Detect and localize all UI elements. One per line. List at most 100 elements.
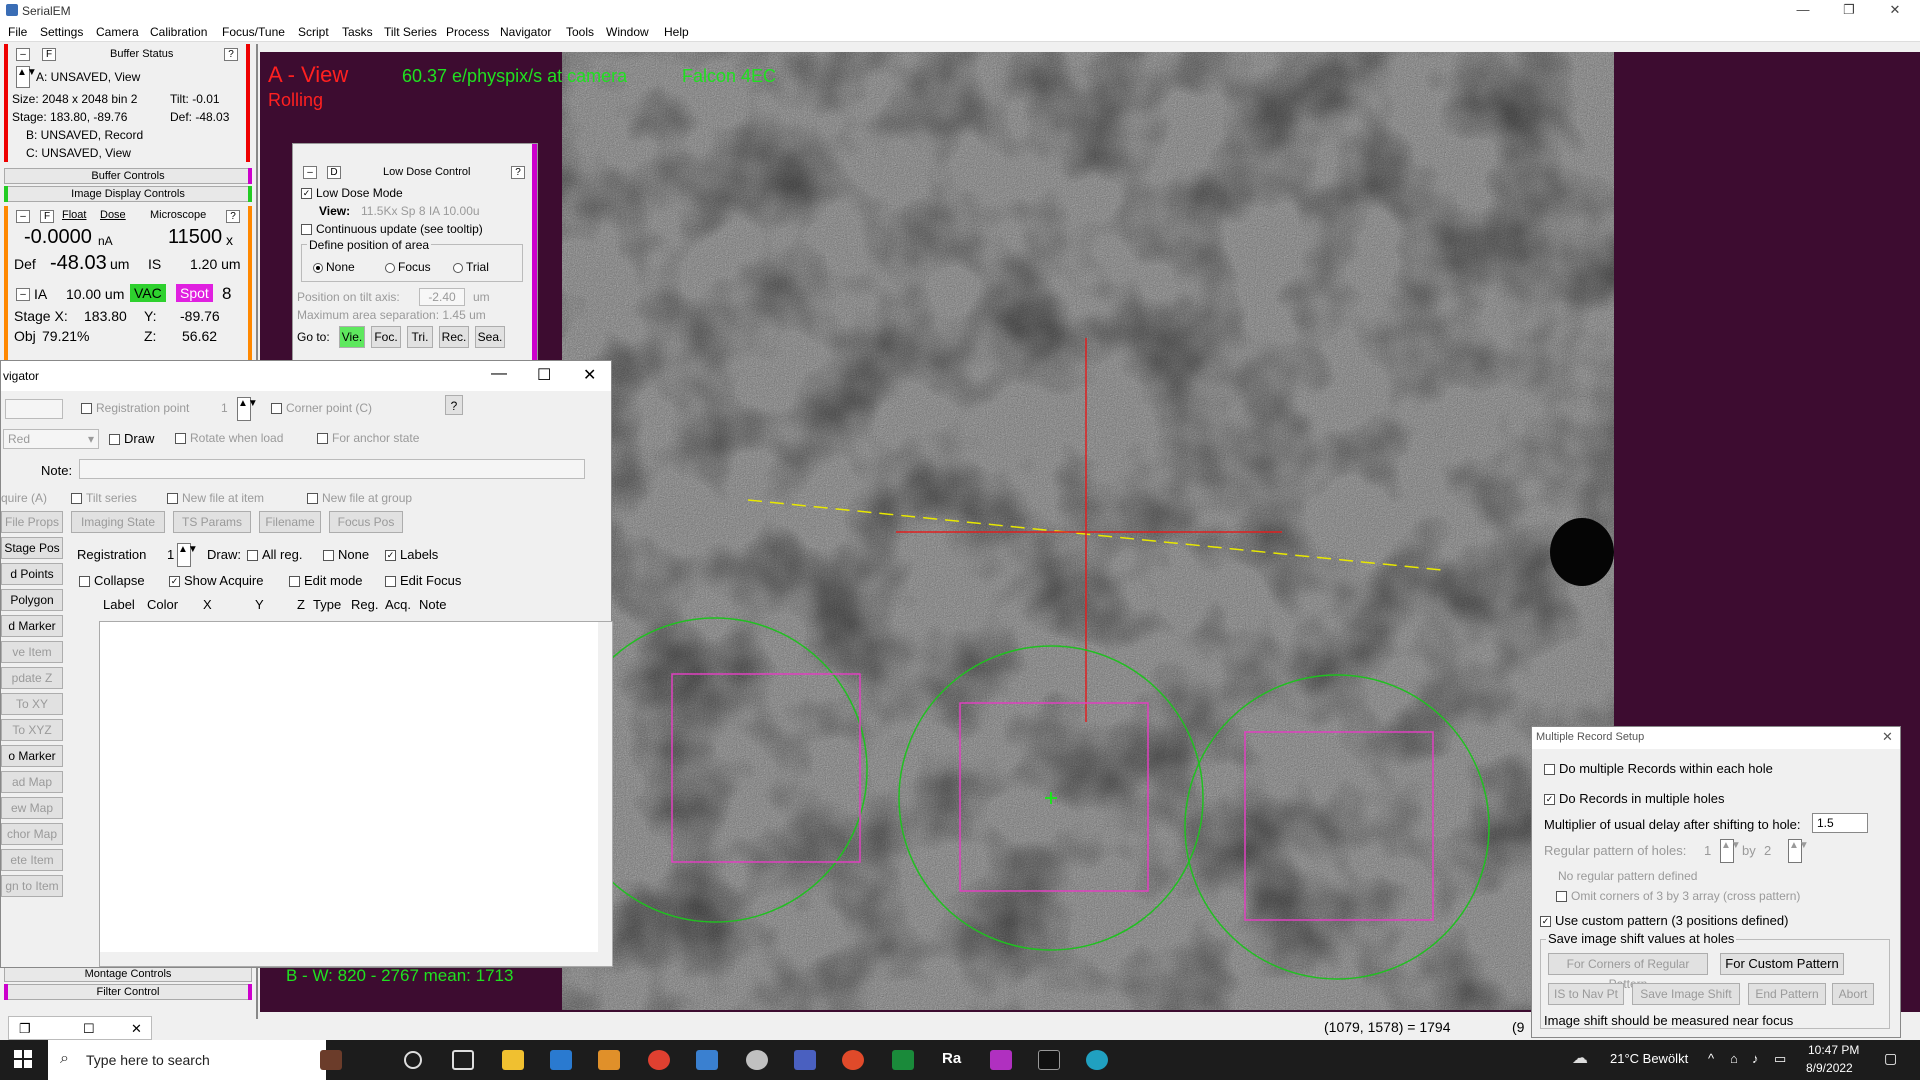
chrome-icon[interactable] xyxy=(648,1050,670,1070)
navigator-maximize-button[interactable]: ☐ xyxy=(537,365,551,385)
microscope-f-button[interactable]: F xyxy=(40,210,54,223)
menu-calibration[interactable]: Calibration xyxy=(150,25,207,39)
is-to-nav-button[interactable]: IS to Nav Pt xyxy=(1548,983,1624,1005)
checkbox-unchecked[interactable] xyxy=(307,493,318,505)
radio-trial[interactable]: Trial xyxy=(453,260,489,274)
add-points-button[interactable]: d Points xyxy=(1,563,63,585)
registration-point-checkbox[interactable]: Registration point xyxy=(81,401,189,415)
omit-corners-checkbox[interactable]: Omit corners of 3 by 3 array (cross patt… xyxy=(1556,889,1800,903)
buffer-spinner[interactable]: ▲▼ xyxy=(16,66,37,88)
add-stage-pos-button[interactable]: Stage Pos xyxy=(1,537,63,559)
checkbox-checked[interactable]: ✓ xyxy=(301,188,312,200)
microscope-collapse-button[interactable]: – xyxy=(16,210,30,223)
for-custom-button[interactable]: For Custom Pattern xyxy=(1720,953,1844,975)
microscope-help-button[interactable]: ? xyxy=(226,210,240,223)
app-icon-red[interactable] xyxy=(842,1050,864,1070)
menu-tasks[interactable]: Tasks xyxy=(342,25,373,39)
within-hole-checkbox[interactable]: Do multiple Records within each hole xyxy=(1544,761,1773,776)
rotate-load-checkbox[interactable]: Rotate when load xyxy=(175,431,283,445)
go-to-xy-button[interactable]: To XY xyxy=(1,693,63,715)
menu-camera[interactable]: Camera xyxy=(96,25,139,39)
end-pattern-button[interactable]: End Pattern xyxy=(1748,983,1826,1005)
checkbox-unchecked[interactable] xyxy=(1544,764,1555,776)
montage-controls-header[interactable]: Montage Controls xyxy=(4,966,252,982)
close-button[interactable]: ✕ xyxy=(1872,0,1918,22)
multi-record-close-button[interactable]: ✕ xyxy=(1882,729,1893,745)
checkbox-checked[interactable]: ✓ xyxy=(1544,794,1555,806)
menu-settings[interactable]: Settings xyxy=(40,25,83,39)
checkbox-unchecked[interactable] xyxy=(247,550,258,562)
new-file-group-checkbox[interactable]: New file at group xyxy=(307,491,412,505)
task-view-icon[interactable] xyxy=(452,1050,474,1070)
delete-item-button[interactable]: ete Item xyxy=(1,849,63,871)
show-acquire-checkbox[interactable]: ✓ Show Acquire xyxy=(169,573,264,588)
app-icon-gray[interactable] xyxy=(746,1050,768,1070)
note-input[interactable] xyxy=(79,459,585,479)
in-holes-checkbox[interactable]: ✓ Do Records in multiple holes xyxy=(1544,791,1724,806)
menu-help[interactable]: Help xyxy=(664,25,689,39)
checkbox-unchecked[interactable] xyxy=(271,403,282,415)
radio-dot[interactable] xyxy=(385,262,395,273)
menu-focus-tune[interactable]: Focus/Tune xyxy=(222,25,285,39)
checkbox-checked[interactable]: ✓ xyxy=(1540,916,1551,928)
display-icon[interactable]: ▭ xyxy=(1774,1051,1786,1067)
low-dose-collapse-button[interactable]: – xyxy=(303,166,317,179)
goto-search-button[interactable]: Sea. xyxy=(475,326,505,348)
labels-checkbox[interactable]: ✓ Labels xyxy=(385,547,438,562)
checkbox-unchecked[interactable] xyxy=(109,434,120,446)
file-explorer-icon[interactable] xyxy=(502,1050,524,1070)
menu-file[interactable]: File xyxy=(8,25,27,39)
menu-process[interactable]: Process xyxy=(446,25,489,39)
save-item-button[interactable]: ve Item xyxy=(1,641,63,663)
checkbox-unchecked[interactable] xyxy=(301,224,312,236)
low-dose-mode-checkbox[interactable]: ✓ Low Dose Mode xyxy=(301,186,403,200)
app-ra-icon[interactable]: Ra xyxy=(942,1050,961,1067)
focus-pos-button[interactable]: Focus Pos xyxy=(329,511,403,533)
checkbox-unchecked[interactable] xyxy=(323,550,334,562)
app-icon-green[interactable] xyxy=(892,1050,914,1070)
serialem-taskbar-icon[interactable] xyxy=(990,1050,1012,1070)
registration-spinner[interactable]: ▲▼ xyxy=(177,543,198,567)
maximize-icon[interactable]: ☐ xyxy=(83,1021,95,1037)
radio-dot[interactable] xyxy=(453,262,463,273)
edge-icon[interactable] xyxy=(1086,1050,1108,1070)
checkbox-checked[interactable]: ✓ xyxy=(385,550,396,562)
corner-point-checkbox[interactable]: Corner point (C) xyxy=(271,401,372,415)
clock-time[interactable]: 10:47 PM xyxy=(1808,1043,1859,1057)
goto-view-button[interactable]: Vie. xyxy=(339,326,365,348)
edit-focus-checkbox[interactable]: Edit Focus xyxy=(385,573,461,588)
checkbox-unchecked[interactable] xyxy=(317,433,328,445)
delay-input[interactable]: 1.5 xyxy=(1812,813,1868,833)
checkbox-unchecked[interactable] xyxy=(289,576,300,588)
checkbox-unchecked[interactable] xyxy=(81,403,92,415)
none-checkbox[interactable]: None xyxy=(323,547,369,562)
filename-button[interactable]: Filename xyxy=(259,511,321,533)
menu-script[interactable]: Script xyxy=(298,25,329,39)
tilt-series-checkbox[interactable]: Tilt series xyxy=(71,491,137,505)
close-icon[interactable]: ✕ xyxy=(131,1021,142,1037)
go-to-marker-button[interactable]: o Marker xyxy=(1,745,63,767)
navigator-help-button[interactable]: ? xyxy=(445,395,463,415)
navigator-close-button[interactable]: ✕ xyxy=(583,365,596,385)
draw-checkbox[interactable]: Draw xyxy=(109,431,154,446)
ts-params-button[interactable]: TS Params xyxy=(173,511,251,533)
new-file-item-checkbox[interactable]: New file at item xyxy=(167,491,264,505)
low-dose-help-button[interactable]: ? xyxy=(511,166,525,179)
low-dose-d-button[interactable]: D xyxy=(327,166,341,179)
buffer-controls-header[interactable]: Buffer Controls xyxy=(4,168,252,184)
goto-trial-button[interactable]: Tri. xyxy=(407,326,433,348)
align-to-item-button[interactable]: gn to Item xyxy=(1,875,63,897)
micrograph[interactable] xyxy=(562,52,1614,1010)
network-icon[interactable]: ⌂ xyxy=(1730,1051,1738,1066)
notification-icon[interactable]: ▢ xyxy=(1884,1050,1897,1067)
filter-control-header[interactable]: Filter Control xyxy=(4,984,252,1000)
show-map-button[interactable]: ew Map xyxy=(1,797,63,819)
add-polygon-button[interactable]: Polygon xyxy=(1,589,63,611)
checkbox-unchecked[interactable] xyxy=(385,576,396,588)
go-to-xyz-button[interactable]: To XYZ xyxy=(1,719,63,741)
vertical-scrollbar[interactable] xyxy=(598,622,612,966)
add-marker-button[interactable]: d Marker xyxy=(1,615,63,637)
windows-start-icon[interactable] xyxy=(14,1050,32,1068)
taskbar-search[interactable]: ⌕ Type here to search xyxy=(48,1040,326,1080)
reg-point-spinner[interactable]: ▲▼ xyxy=(237,397,258,421)
